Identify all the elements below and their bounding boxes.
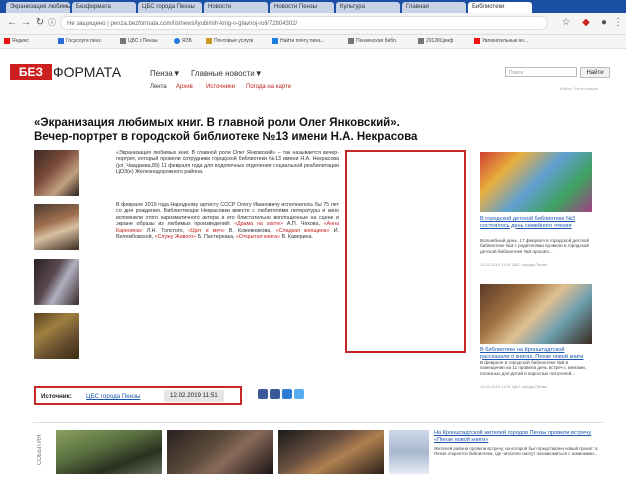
- article-title: «Экранизация любимых книг. В главной рол…: [34, 117, 418, 143]
- bookmark-icon: [120, 37, 126, 44]
- bottom-photo[interactable]: [56, 430, 162, 474]
- submenu-feed[interactable]: Лента: [150, 84, 167, 90]
- bottom-photo[interactable]: [167, 430, 273, 474]
- article-paragraph-2: В феврале 2019 года Народному артисту СС…: [116, 202, 339, 240]
- bookmark-item[interactable]: ЯЗБ: [174, 37, 204, 46]
- paragraph-text: В. Кожевникова,: [224, 227, 276, 234]
- bookmark-item[interactable]: Пензенская библ.: [348, 37, 414, 46]
- book-link[interactable]: «Служу Живого»: [155, 234, 197, 240]
- search-button[interactable]: Найти: [580, 67, 610, 78]
- browser-tab[interactable]: Новости: [204, 2, 268, 13]
- browser-tab[interactable]: Культура: [336, 2, 400, 13]
- browser-tab[interactable]: ЦБС города Пензы: [138, 2, 202, 13]
- sidebar-news-text: В феврале в городской библиотеке №8 в по…: [480, 360, 586, 376]
- url-input[interactable]: Не защищено | penza.bezformata.com/listn…: [60, 16, 548, 30]
- sidebar-news-text: Волшебный день. 17 февраля в городской д…: [480, 238, 590, 254]
- source-date: 12.02.2019 11:51: [164, 390, 224, 402]
- bottom-photo[interactable]: [389, 430, 429, 474]
- bookmark-label: Госуслуги пенз.: [66, 38, 102, 44]
- bookmark-icon: [474, 37, 480, 44]
- book-link[interactable]: «Драма на охоте»: [234, 221, 283, 227]
- article-photo[interactable]: [34, 259, 79, 305]
- source-label: Источник:: [41, 393, 72, 400]
- events-vertical-label: СОБЫТИЯ: [37, 434, 43, 466]
- forward-icon[interactable]: →: [20, 17, 32, 29]
- bookmark-label: Увлекательные кн...: [482, 38, 529, 44]
- browser-tab[interactable]: Новости Пензы: [270, 2, 334, 13]
- extension-icon[interactable]: ◆: [580, 17, 592, 29]
- source-link[interactable]: ЦБС города Пензы: [86, 389, 140, 404]
- sidebar-news-date: 12.02.2019 11:51 ЦБС города Пензы: [480, 384, 548, 389]
- bookmark-item[interactable]: Найти почту пенз...: [272, 37, 344, 46]
- bookmark-icon: [174, 37, 180, 44]
- article-photo[interactable]: [34, 150, 79, 196]
- sidebar-news-link[interactable]: В городской детской библиотеке №3 состоя…: [480, 216, 592, 229]
- bookmark-label: Найти почту пенз...: [280, 38, 325, 44]
- bottom-news-text: Жителей района провели встречу, на котор…: [434, 446, 598, 457]
- bookmark-icon: [348, 37, 354, 44]
- info-icon[interactable]: ⓘ: [46, 17, 58, 29]
- paragraph-text: Б. Пастернака,: [196, 234, 236, 241]
- highlight-box-ad: [345, 150, 466, 353]
- reload-icon[interactable]: ↻: [34, 17, 46, 29]
- bookmark-item[interactable]: Госуслуги пенз.: [58, 37, 118, 46]
- article-paragraph-1: «Экранизация любимых книг. В главной рол…: [116, 150, 339, 176]
- bookmark-label: ЦБС г.Пензы: [128, 38, 158, 44]
- submenu-archive[interactable]: Архив: [176, 84, 193, 90]
- bookmark-item[interactable]: ЦБС г.Пензы: [120, 37, 172, 46]
- bookmark-item[interactable]: Яндекс: [4, 37, 56, 46]
- browser-tab[interactable]: Экранизация любимых книг: [6, 2, 70, 13]
- submenu-weather[interactable]: Погода на карте: [246, 84, 291, 90]
- bookmark-item[interactable]: Почтовые услуги: [206, 37, 268, 46]
- bookmark-icon: [206, 37, 212, 44]
- account-icon[interactable]: ●: [598, 17, 610, 29]
- sidebar-photo[interactable]: [480, 284, 592, 344]
- menu-main-news[interactable]: Главные новости▼: [191, 69, 263, 78]
- search-input[interactable]: Поиск: [505, 67, 577, 77]
- back-icon[interactable]: ←: [6, 17, 18, 29]
- star-icon[interactable]: ☆: [560, 17, 572, 29]
- browser-tab[interactable]: Безформата: [72, 2, 136, 13]
- book-link[interactable]: «Щит и меч»: [188, 228, 225, 234]
- logo-red-block[interactable]: БЕЗ: [10, 64, 52, 80]
- book-link[interactable]: «Сладкая женщина»: [276, 228, 330, 234]
- share-facebook-icon[interactable]: [270, 389, 280, 399]
- article-photo[interactable]: [34, 204, 79, 250]
- browser-tab[interactable]: Главная: [402, 2, 466, 13]
- share-twitter-icon[interactable]: [294, 389, 304, 399]
- bottom-photo[interactable]: [278, 430, 384, 474]
- submenu-sources[interactable]: Источники: [206, 84, 235, 90]
- bookmark-icon: [4, 37, 10, 44]
- bookmark-label: Почтовые услуги: [214, 38, 254, 44]
- bookmark-label: 2012КЦинф: [426, 38, 454, 44]
- share-vk-icon[interactable]: [258, 389, 268, 399]
- sidebar-photo[interactable]: [480, 152, 592, 212]
- paragraph-text: Л.Н. Толстого,: [142, 227, 189, 234]
- sidebar-news-date: 12.02.2019 11:51 ЦБС города Пензы: [480, 262, 548, 267]
- browser-tab-active[interactable]: Библиотеки: [468, 2, 532, 13]
- bookmark-label: ЯЗБ: [182, 38, 192, 44]
- bookmark-label: Пензенская библ.: [356, 38, 398, 44]
- bookmark-icon: [58, 37, 64, 44]
- bookmark-label: Яндекс: [12, 38, 29, 44]
- share-ok-icon[interactable]: [282, 389, 292, 399]
- sidebar-news-link[interactable]: В библиотеке на Кронштадтской рассказали…: [480, 347, 592, 360]
- book-link[interactable]: «Открытая книга»: [236, 234, 280, 240]
- menu-city[interactable]: Пенза▼: [150, 69, 181, 78]
- menu-icon[interactable]: ⋮: [612, 17, 624, 29]
- bookmark-icon: [272, 37, 278, 44]
- login-link[interactable]: Войти / Регистрация: [560, 86, 598, 91]
- bottom-news-link[interactable]: На Кронштадтской жителей городов Пензы п…: [434, 430, 604, 443]
- bookmark-item[interactable]: 2012КЦинф: [418, 37, 470, 46]
- paragraph-text: А.П. Чехова,: [283, 221, 324, 228]
- logo-text[interactable]: ФОРМАТА: [53, 64, 121, 80]
- bookmark-item[interactable]: Увлекательные кн...: [474, 37, 546, 46]
- article-photo[interactable]: [34, 313, 79, 359]
- paragraph-text: В. Каверина.: [279, 234, 313, 241]
- bookmark-icon: [418, 37, 424, 44]
- source-bar: Источник: ЦБС города Пензы 12.02.2019 11…: [34, 386, 242, 405]
